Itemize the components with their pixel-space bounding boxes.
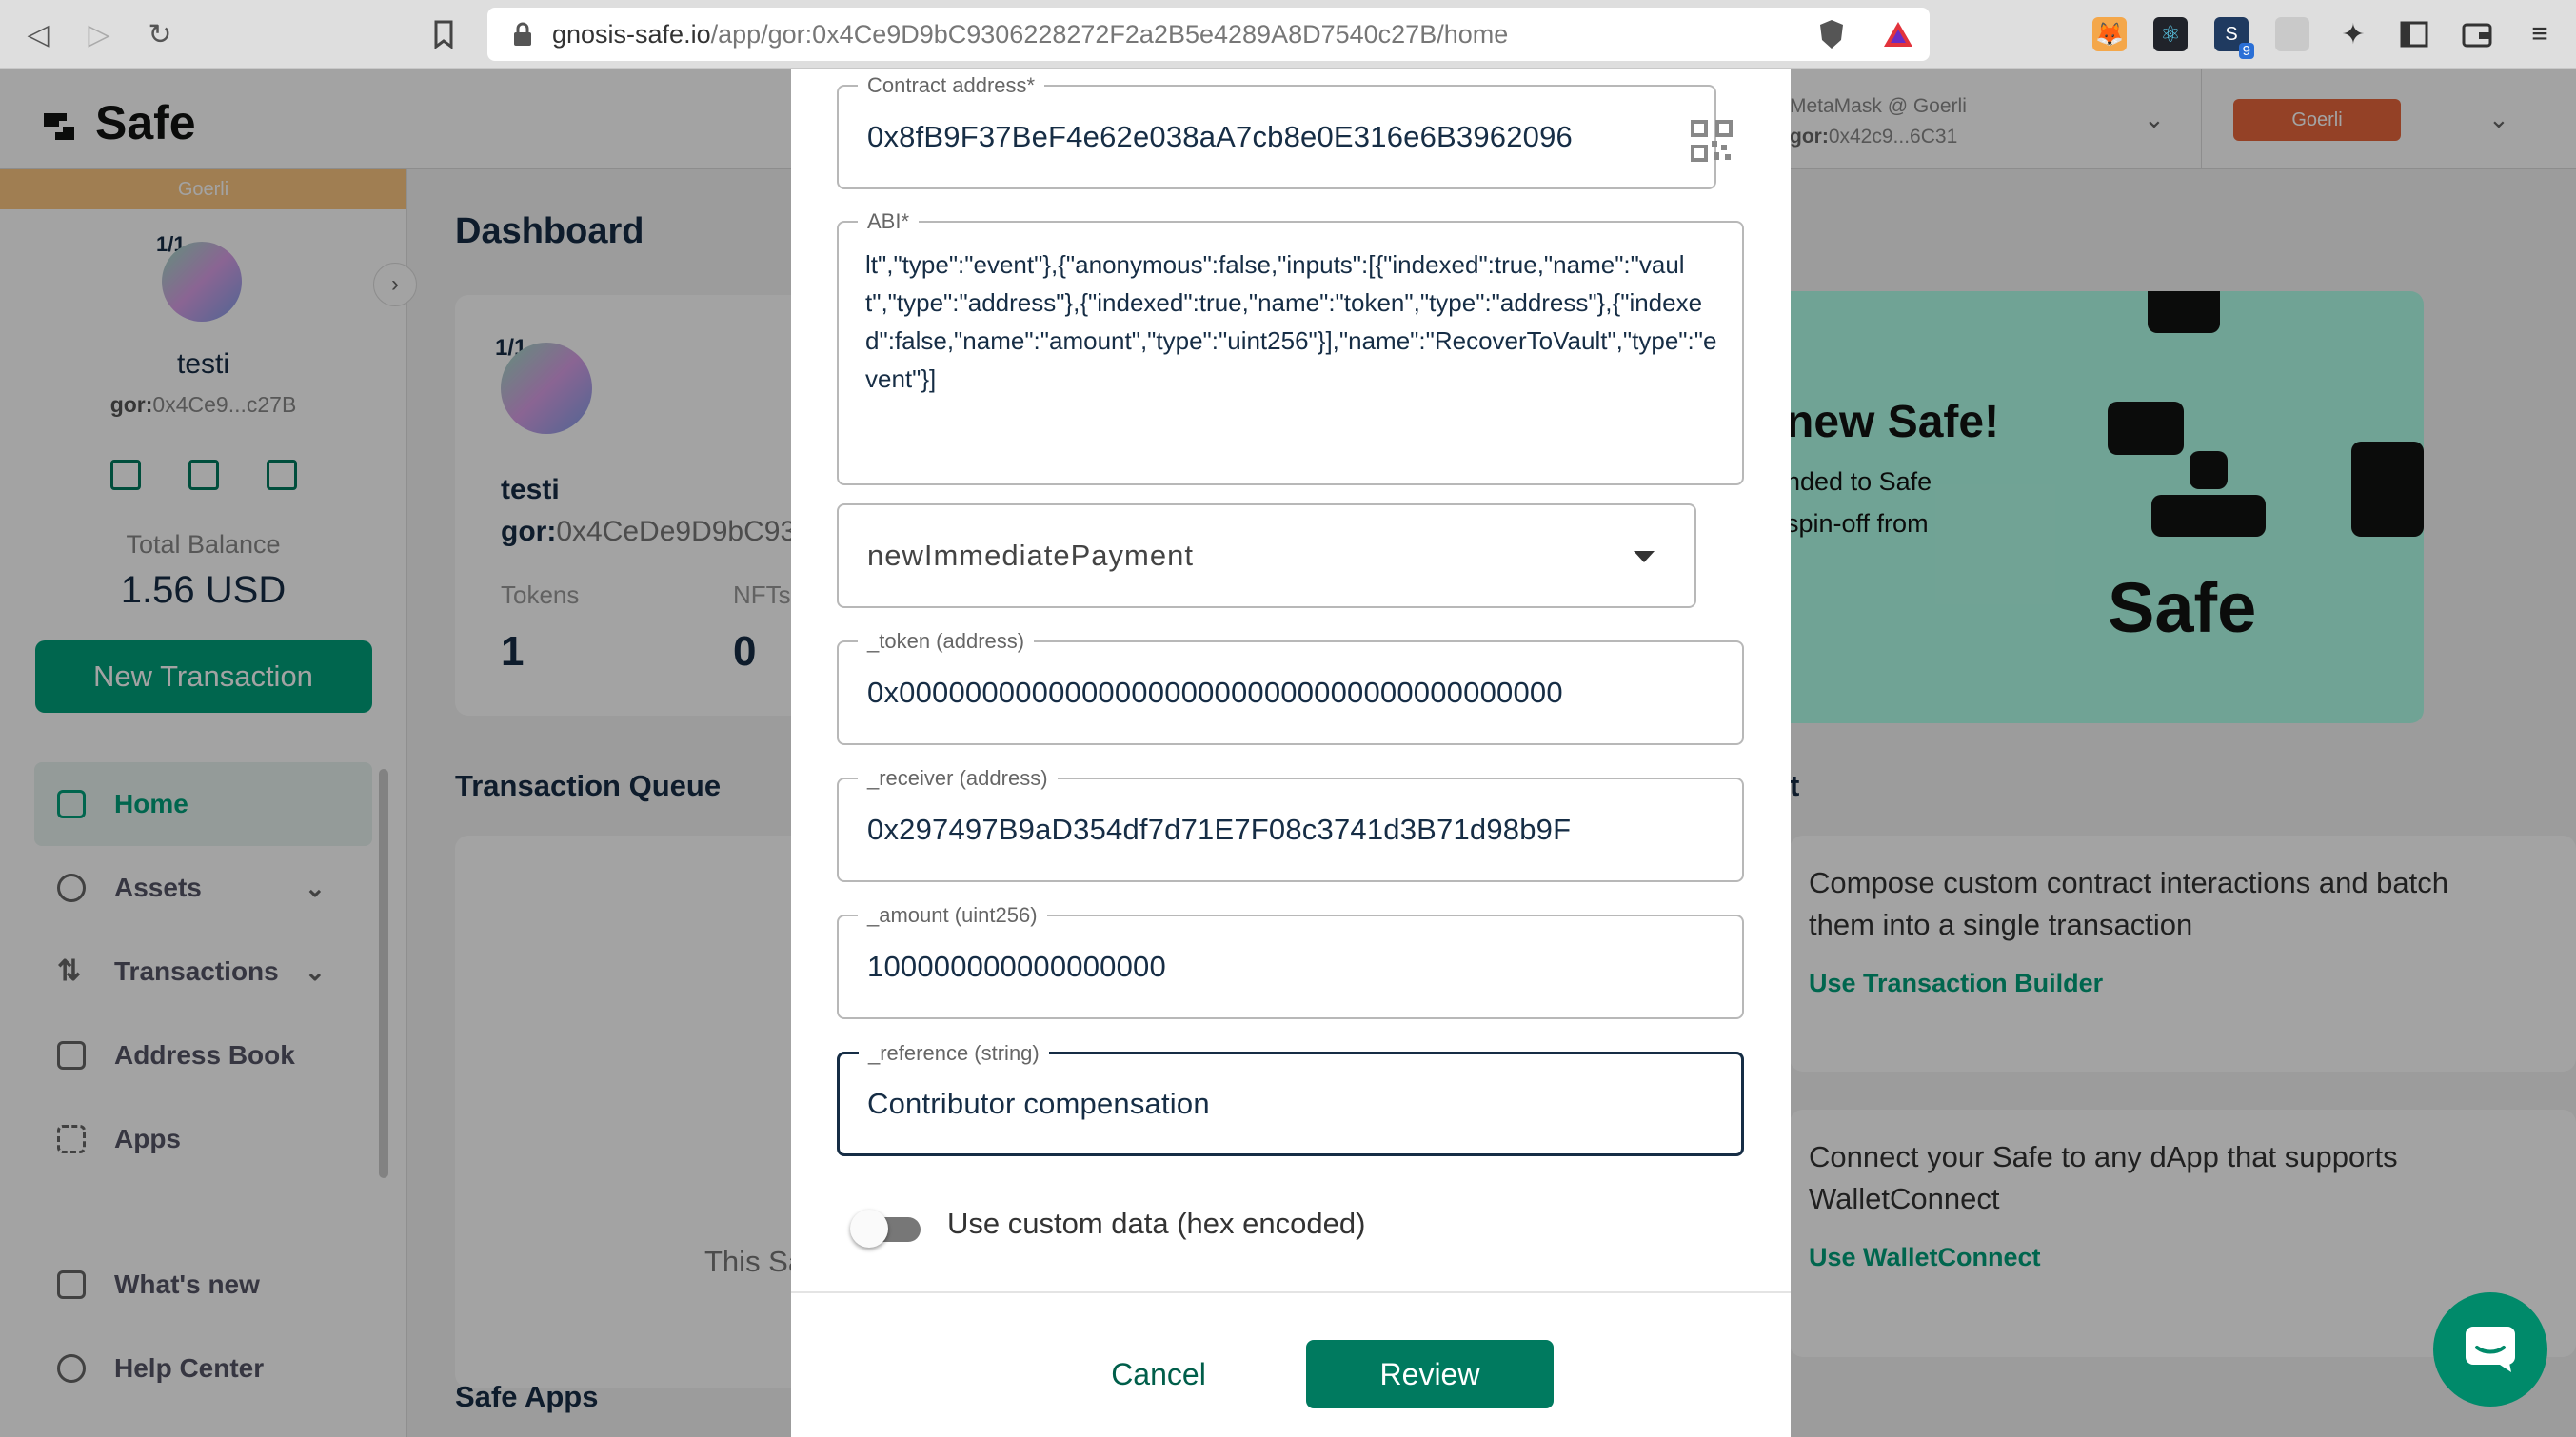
sidebar-toggle-icon[interactable] <box>2397 17 2431 51</box>
support-chat-button[interactable] <box>2433 1292 2547 1407</box>
modal-divider <box>791 1291 1791 1293</box>
amount-field[interactable]: _amount (uint256) 100000000000000000 <box>837 903 1744 1019</box>
reference-field[interactable]: _reference (string) Contributor compensa… <box>837 1041 1744 1156</box>
abi-textarea[interactable]: lt","type":"event"},{"anonymous":false,"… <box>865 246 1722 466</box>
wallet-icon[interactable] <box>2460 17 2494 51</box>
extension-badge-icon[interactable]: S9 <box>2214 17 2254 59</box>
contract-address-field[interactable]: Contract address* 0x8fB9F37BeF4e62e038aA… <box>837 73 1716 189</box>
address-bar[interactable]: gnosis-safe.io/app/gor:0x4Ce9D9bC9306228… <box>487 8 1930 61</box>
toggle-thumb <box>850 1210 888 1248</box>
react-devtools-icon[interactable]: ⚛ <box>2153 17 2188 51</box>
method-value: newImmediatePayment <box>867 539 1194 572</box>
method-select[interactable]: newImmediatePayment <box>837 503 1696 608</box>
review-button[interactable]: Review <box>1306 1340 1554 1408</box>
contract-address-value: 0x8fB9F37BeF4e62e038aA7cb8e0E316e6B39620… <box>867 120 1573 153</box>
qr-code-icon[interactable] <box>1691 120 1733 162</box>
brave-shield-icon[interactable] <box>1814 17 1849 51</box>
caret-down-icon <box>1634 551 1655 562</box>
lock-icon <box>514 22 531 46</box>
token-address-value: 0x00000000000000000000000000000000000000… <box>867 676 1563 709</box>
reload-icon[interactable]: ↻ <box>139 13 181 55</box>
amount-value: 100000000000000000 <box>867 950 1166 983</box>
reference-value: Contributor compensation <box>867 1087 1210 1120</box>
chat-icon <box>2466 1327 2515 1372</box>
back-icon[interactable]: ◁ <box>17 13 59 55</box>
contract-interaction-modal: Contract address* 0x8fB9F37BeF4e62e038aA… <box>791 69 1791 1437</box>
custom-data-label: Use custom data (hex encoded) <box>947 1207 1366 1240</box>
puzzle-icon[interactable]: ✦ <box>2336 17 2370 51</box>
receiver-address-value: 0x297497B9aD354df7d71E7F08c3741d3B71d98b… <box>867 813 1572 846</box>
cancel-button[interactable]: Cancel <box>1073 1340 1244 1408</box>
metamask-icon[interactable]: 🦊 <box>2092 17 2127 51</box>
field-label: ABI* <box>858 209 920 234</box>
bookmark-icon[interactable] <box>423 13 465 55</box>
url-text: gnosis-safe.io/app/gor:0x4Ce9D9bC9306228… <box>552 19 1509 49</box>
briefcase-icon[interactable] <box>2275 17 2309 51</box>
token-address-field[interactable]: _token (address) 0x000000000000000000000… <box>837 629 1744 745</box>
receiver-address-field[interactable]: _receiver (address) 0x297497B9aD354df7d7… <box>837 766 1744 882</box>
brave-rewards-icon[interactable] <box>1881 17 1915 51</box>
forward-icon[interactable]: ▷ <box>78 13 120 55</box>
custom-data-toggle[interactable] <box>850 1206 926 1248</box>
browser-toolbar: ◁ ▷ ↻ gnosis-safe.io/app/gor:0x4Ce9D9bC9… <box>0 0 2576 69</box>
abi-field[interactable]: ABI* lt","type":"event"},{"anonymous":fa… <box>837 209 1744 485</box>
menu-icon[interactable]: ≡ <box>2523 17 2557 51</box>
